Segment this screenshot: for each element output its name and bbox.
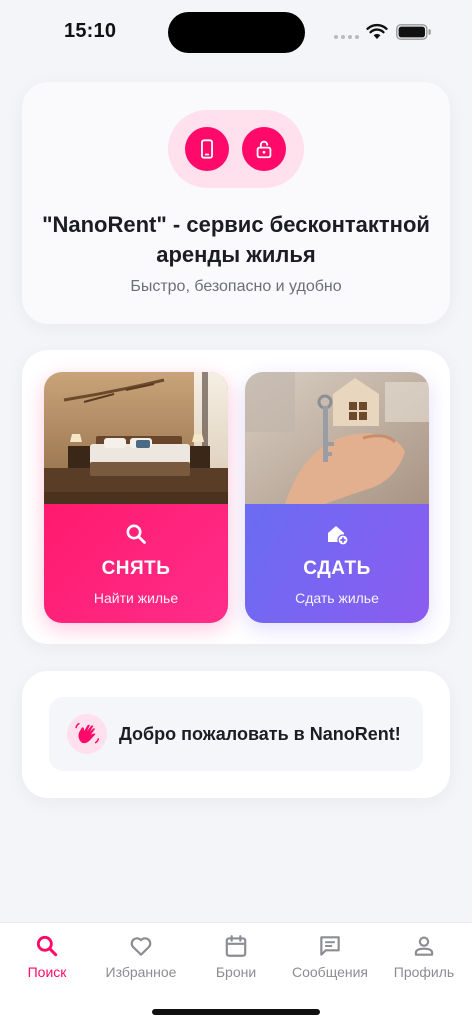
tab-messages[interactable]: Сообщения xyxy=(283,933,377,985)
hero-subtitle: Быстро, безопасно и удобно xyxy=(130,278,342,295)
tab-search[interactable]: Поиск xyxy=(0,933,94,985)
bedroom-photo xyxy=(44,372,228,504)
welcome-text: Добро пожаловать в NanoRent! xyxy=(119,724,401,744)
battery-icon xyxy=(396,24,431,40)
lease-subtitle: Сдать жилье xyxy=(295,590,379,606)
search-icon xyxy=(36,935,58,957)
dynamic-island xyxy=(168,12,305,53)
person-icon xyxy=(414,936,434,956)
home-add-icon xyxy=(328,526,349,546)
home-indicator xyxy=(152,1009,320,1015)
lease-title: СДАТЬ xyxy=(303,558,371,579)
tab-messages-label: Сообщения xyxy=(292,964,368,980)
tab-favorites[interactable]: Избранное xyxy=(94,933,188,985)
tab-profile[interactable]: Профиль xyxy=(377,933,471,985)
rent-tile-body: СНЯТЬ Найти жилье xyxy=(44,504,228,623)
waving-hand-icon xyxy=(67,714,107,754)
welcome-banner: Добро пожаловать в NanoRent! xyxy=(49,697,423,771)
rent-subtitle: Найти жилье xyxy=(93,590,179,606)
tab-bookings-label: Брони xyxy=(215,964,257,980)
cellular-signal-icon xyxy=(334,35,359,39)
heart-icon xyxy=(130,937,152,956)
hero-title: "NanoRent" - сервис бесконтактной аренды… xyxy=(42,212,430,267)
smartphone-icon xyxy=(185,127,229,171)
lease-tile-body: СДАТЬ Сдать жилье xyxy=(245,504,429,623)
search-icon xyxy=(126,524,146,544)
welcome-card: Добро пожаловать в NanoRent! xyxy=(22,671,450,798)
chat-icon xyxy=(320,936,340,956)
tab-profile-label: Профиль xyxy=(393,964,455,980)
tab-search-label: Поиск xyxy=(27,964,67,980)
tab-favorites-label: Избранное xyxy=(105,964,177,980)
wifi-icon xyxy=(366,23,388,39)
unlock-icon xyxy=(242,127,286,171)
status-time: 15:10 xyxy=(64,20,117,42)
hero-card: "NanoRent" - сервис бесконтактной аренды… xyxy=(22,82,450,324)
rent-tile-button[interactable]: СНЯТЬ Найти жилье xyxy=(44,372,228,623)
lease-tile-button[interactable]: СДАТЬ Сдать жилье xyxy=(245,372,429,623)
status-bar: 15:10 xyxy=(0,0,472,62)
house-keys-photo xyxy=(245,372,429,504)
tab-bookings[interactable]: Брони xyxy=(189,933,283,985)
actions-card: СНЯТЬ Найти жилье СДАТЬ Сдать жилье xyxy=(22,350,450,644)
hero-icon-pill xyxy=(168,110,304,188)
calendar-icon xyxy=(225,935,247,957)
rent-title: СНЯТЬ xyxy=(101,558,171,579)
